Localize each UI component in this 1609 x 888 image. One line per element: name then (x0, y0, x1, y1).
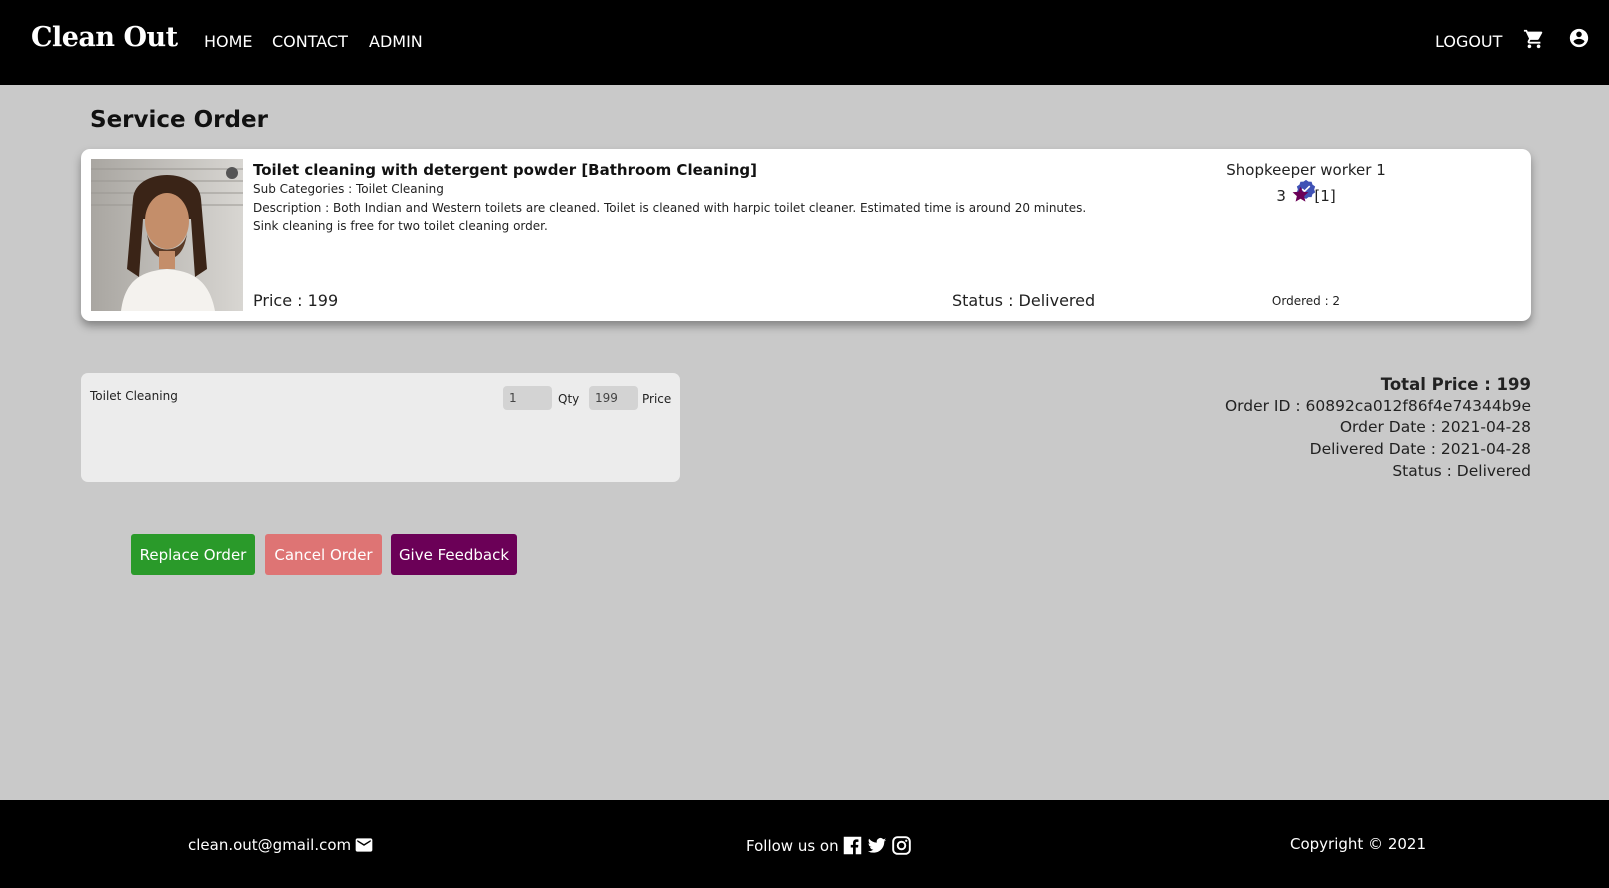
service-description: Description : Both Indian and Western to… (253, 201, 1087, 233)
service-title: Toilet cleaning with detergent powder [B… (253, 161, 757, 179)
price-input[interactable] (589, 386, 638, 410)
order-status: Status : Delivered (1392, 461, 1531, 480)
worker-rating: 3 [1] (1216, 185, 1396, 208)
worker-photo (91, 159, 243, 311)
qty-input[interactable] (503, 386, 552, 410)
cart-icon[interactable] (1523, 28, 1545, 54)
service-status: Status : Delivered (952, 291, 1096, 310)
nav-home[interactable]: HOME (204, 32, 253, 51)
cancel-order-button[interactable]: Cancel Order (265, 534, 382, 575)
brand-logo[interactable]: Clean Out (31, 22, 178, 53)
order-id: Order ID : 60892ca012f86f4e74344b9e (1224, 396, 1531, 415)
top-navbar: Clean Out HOME CONTACT ADMIN LOGOUT (0, 0, 1609, 85)
order-date: Order Date : 2021-04-28 (1339, 418, 1531, 437)
instagram-icon[interactable] (891, 835, 912, 856)
service-price: Price : 199 (253, 291, 339, 310)
facebook-icon[interactable] (842, 835, 863, 856)
nav-contact[interactable]: CONTACT (272, 32, 348, 51)
total-price: Total Price : 199 (1380, 375, 1531, 394)
twitter-icon[interactable] (866, 836, 888, 856)
ordered-count: Ordered : 2 (1271, 294, 1341, 308)
rating-count: [1] (1314, 187, 1336, 205)
mail-icon[interactable] (353, 835, 375, 855)
account-circle-icon[interactable] (1568, 27, 1590, 53)
nav-admin[interactable]: ADMIN (369, 32, 423, 51)
service-subcategory: Sub Categories : Toilet Cleaning (253, 182, 444, 196)
give-feedback-button[interactable]: Give Feedback (391, 534, 517, 575)
order-item-box: Toilet Cleaning Qty Price (81, 373, 680, 482)
delivered-date: Delivered Date : 2021-04-28 (1309, 440, 1531, 459)
price-label: Price (642, 392, 672, 406)
logout-link[interactable]: LOGOUT (1435, 32, 1502, 51)
star-icon (1291, 185, 1310, 208)
replace-order-button[interactable]: Replace Order (131, 534, 255, 575)
qty-label: Qty (558, 392, 580, 406)
rating-value: 3 (1276, 187, 1286, 205)
footer-email-text[interactable]: clean.out@gmail.com (188, 836, 351, 854)
order-summary: Total Price : 199 Order ID : 60892ca012f… (1225, 374, 1531, 483)
item-name: Toilet Cleaning (90, 389, 178, 403)
footer-social: Follow us on (746, 835, 912, 856)
worker-name[interactable]: Shopkeeper worker 1 (1226, 161, 1386, 179)
footer: clean.out@gmail.com Follow us on Copyrig… (0, 800, 1609, 888)
follow-label: Follow us on (746, 836, 839, 855)
service-order-card: Toilet cleaning with detergent powder [B… (81, 149, 1531, 321)
page-title: Service Order (90, 107, 268, 133)
footer-copyright: Copyright © 2021 (1290, 835, 1427, 853)
footer-email: clean.out@gmail.com (188, 835, 375, 855)
